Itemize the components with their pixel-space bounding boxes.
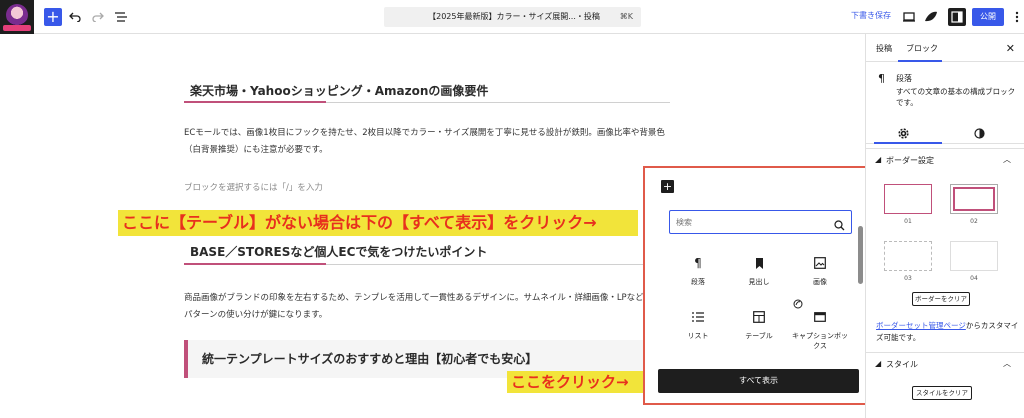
block-item-image[interactable]: 画像 [790,255,850,287]
style-panel-header[interactable]: ◢ スタイル ︿ [866,352,1024,374]
block-inserter-toggle-button[interactable]: + [44,8,62,26]
block-item-list[interactable]: リスト [668,309,728,341]
show-all-button[interactable]: すべて表示 [658,369,859,393]
border-preset-04[interactable] [950,241,998,271]
save-draft-button[interactable]: 下書き保存 [851,10,891,21]
border-set-manager-link[interactable]: ボーダーセット管理ページ [876,321,966,330]
block-item-caption-box[interactable]: キャプションボックス [790,299,850,351]
chevron-up-icon: ︿ [1003,359,1011,368]
search-icon [834,216,845,235]
block-placeholder[interactable]: ブロックを選択するには「/」を入力 [184,181,323,193]
site-logo[interactable] [0,0,34,34]
options-menu-icon[interactable] [1008,8,1024,26]
heading-block[interactable]: BASE／STORESなど個人ECで気をつけたいポイント [190,243,487,260]
chevron-up-icon: ︿ [1003,155,1011,164]
tab-block[interactable]: ブロック [906,43,938,54]
publish-button[interactable]: 公開 [972,8,1004,26]
paragraph-icon: ¶ [694,256,702,270]
plugin-leaf-icon: ◢ [875,359,882,368]
redo-icon[interactable] [89,8,107,26]
plugin-badge-icon [790,299,850,309]
plugin-leaf-icon: ◢ [875,155,882,164]
shortcut-hint: ⌘K [619,12,633,21]
heading-underline-accent [184,263,326,265]
block-search-field[interactable] [669,210,852,234]
logo-badge [3,25,31,31]
settings-sidebar: 投稿 ブロック ✕ ¶ 段落 すべての文章の基本の構成ブロックです。 ◢ ボーダ… [865,34,1024,418]
paragraph-block[interactable]: ECモールでは、画像1枚目にフックを持たせ、2枚目以降でカラー・サイズ展開を丁寧… [184,125,668,159]
block-search-input[interactable] [676,214,826,230]
gear-icon[interactable] [898,124,909,143]
plugin-leaf-icon[interactable] [922,8,940,26]
heading-underline [184,263,644,265]
annotation-callout: ここに【テーブル】がない場合は下の【すべて表示】をクリック→ [118,210,638,236]
block-card-description: すべての文章の基本の構成ブロックです。 [896,87,1016,107]
avatar-illustration [6,4,28,26]
annotation-callout: ここをクリック→ [507,371,643,393]
add-block-icon[interactable]: + [661,180,674,193]
bookmark-icon [729,255,789,271]
border-settings-note: ボーダーセット管理ページからカスタマイズ可能です。 [876,321,1019,342]
undo-icon[interactable] [66,8,84,26]
image-icon [790,255,850,271]
preset-02-inner [953,187,995,211]
block-item-table[interactable]: テーブル [729,309,789,341]
block-card-title: 段落 [896,74,912,83]
tab-post[interactable]: 投稿 [876,43,892,54]
settings-sidebar-toggle[interactable] [948,8,966,26]
active-tab-indicator [898,60,942,62]
border-preset-03[interactable] [884,241,932,271]
heading-block[interactable]: 楽天市場・Yahooショッピング・Amazonの画像要件 [190,82,488,99]
styles-half-circle-icon[interactable] [974,124,985,143]
sidebar-tabs: 投稿 ブロック ✕ [866,34,1024,62]
preview-icon[interactable] [900,8,918,26]
block-item-heading[interactable]: 見出し [729,255,789,287]
border-preset-02[interactable] [950,184,998,214]
close-icon[interactable]: ✕ [1006,42,1015,55]
paragraph-block[interactable]: 商品画像がブランドの印象を左右するため、テンプレを活用して一貫性あるデザインに。… [184,290,664,324]
document-overview-icon[interactable] [112,8,130,26]
border-preset-01[interactable] [884,184,932,214]
heading-underline [184,101,670,103]
inserter-scrollbar[interactable] [858,226,863,284]
heading-underline-accent [184,101,326,103]
caption-box-icon [790,309,850,325]
active-subtab-indicator [874,142,942,144]
block-settings-tabs [866,118,1024,144]
heading-text: 統一テンプレートサイズのおすすめと理由【初心者でも安心】 [202,352,538,366]
list-icon [668,309,728,325]
border-settings-panel-header[interactable]: ◢ ボーダー設定 ︿ [866,148,1024,170]
clear-border-button[interactable]: ボーダーをクリア [912,292,970,306]
editor-toolbar: + 【2025年最新版】カラー・サイズ展開...・投稿 ⌘K 下書き保存 公開 [0,0,1024,34]
table-icon [729,309,789,325]
command-palette-bar[interactable]: 【2025年最新版】カラー・サイズ展開...・投稿 ⌘K [384,7,641,27]
block-inserter-popover: + ¶ 段落 見出し 画像 リスト テーブル [643,166,867,405]
paragraph-icon: ¶ [878,72,885,85]
block-item-paragraph[interactable]: ¶ 段落 [668,255,728,287]
clear-style-button[interactable]: スタイルをクリア [912,386,972,400]
document-title: 【2025年最新版】カラー・サイズ展開...・投稿 [428,12,600,21]
